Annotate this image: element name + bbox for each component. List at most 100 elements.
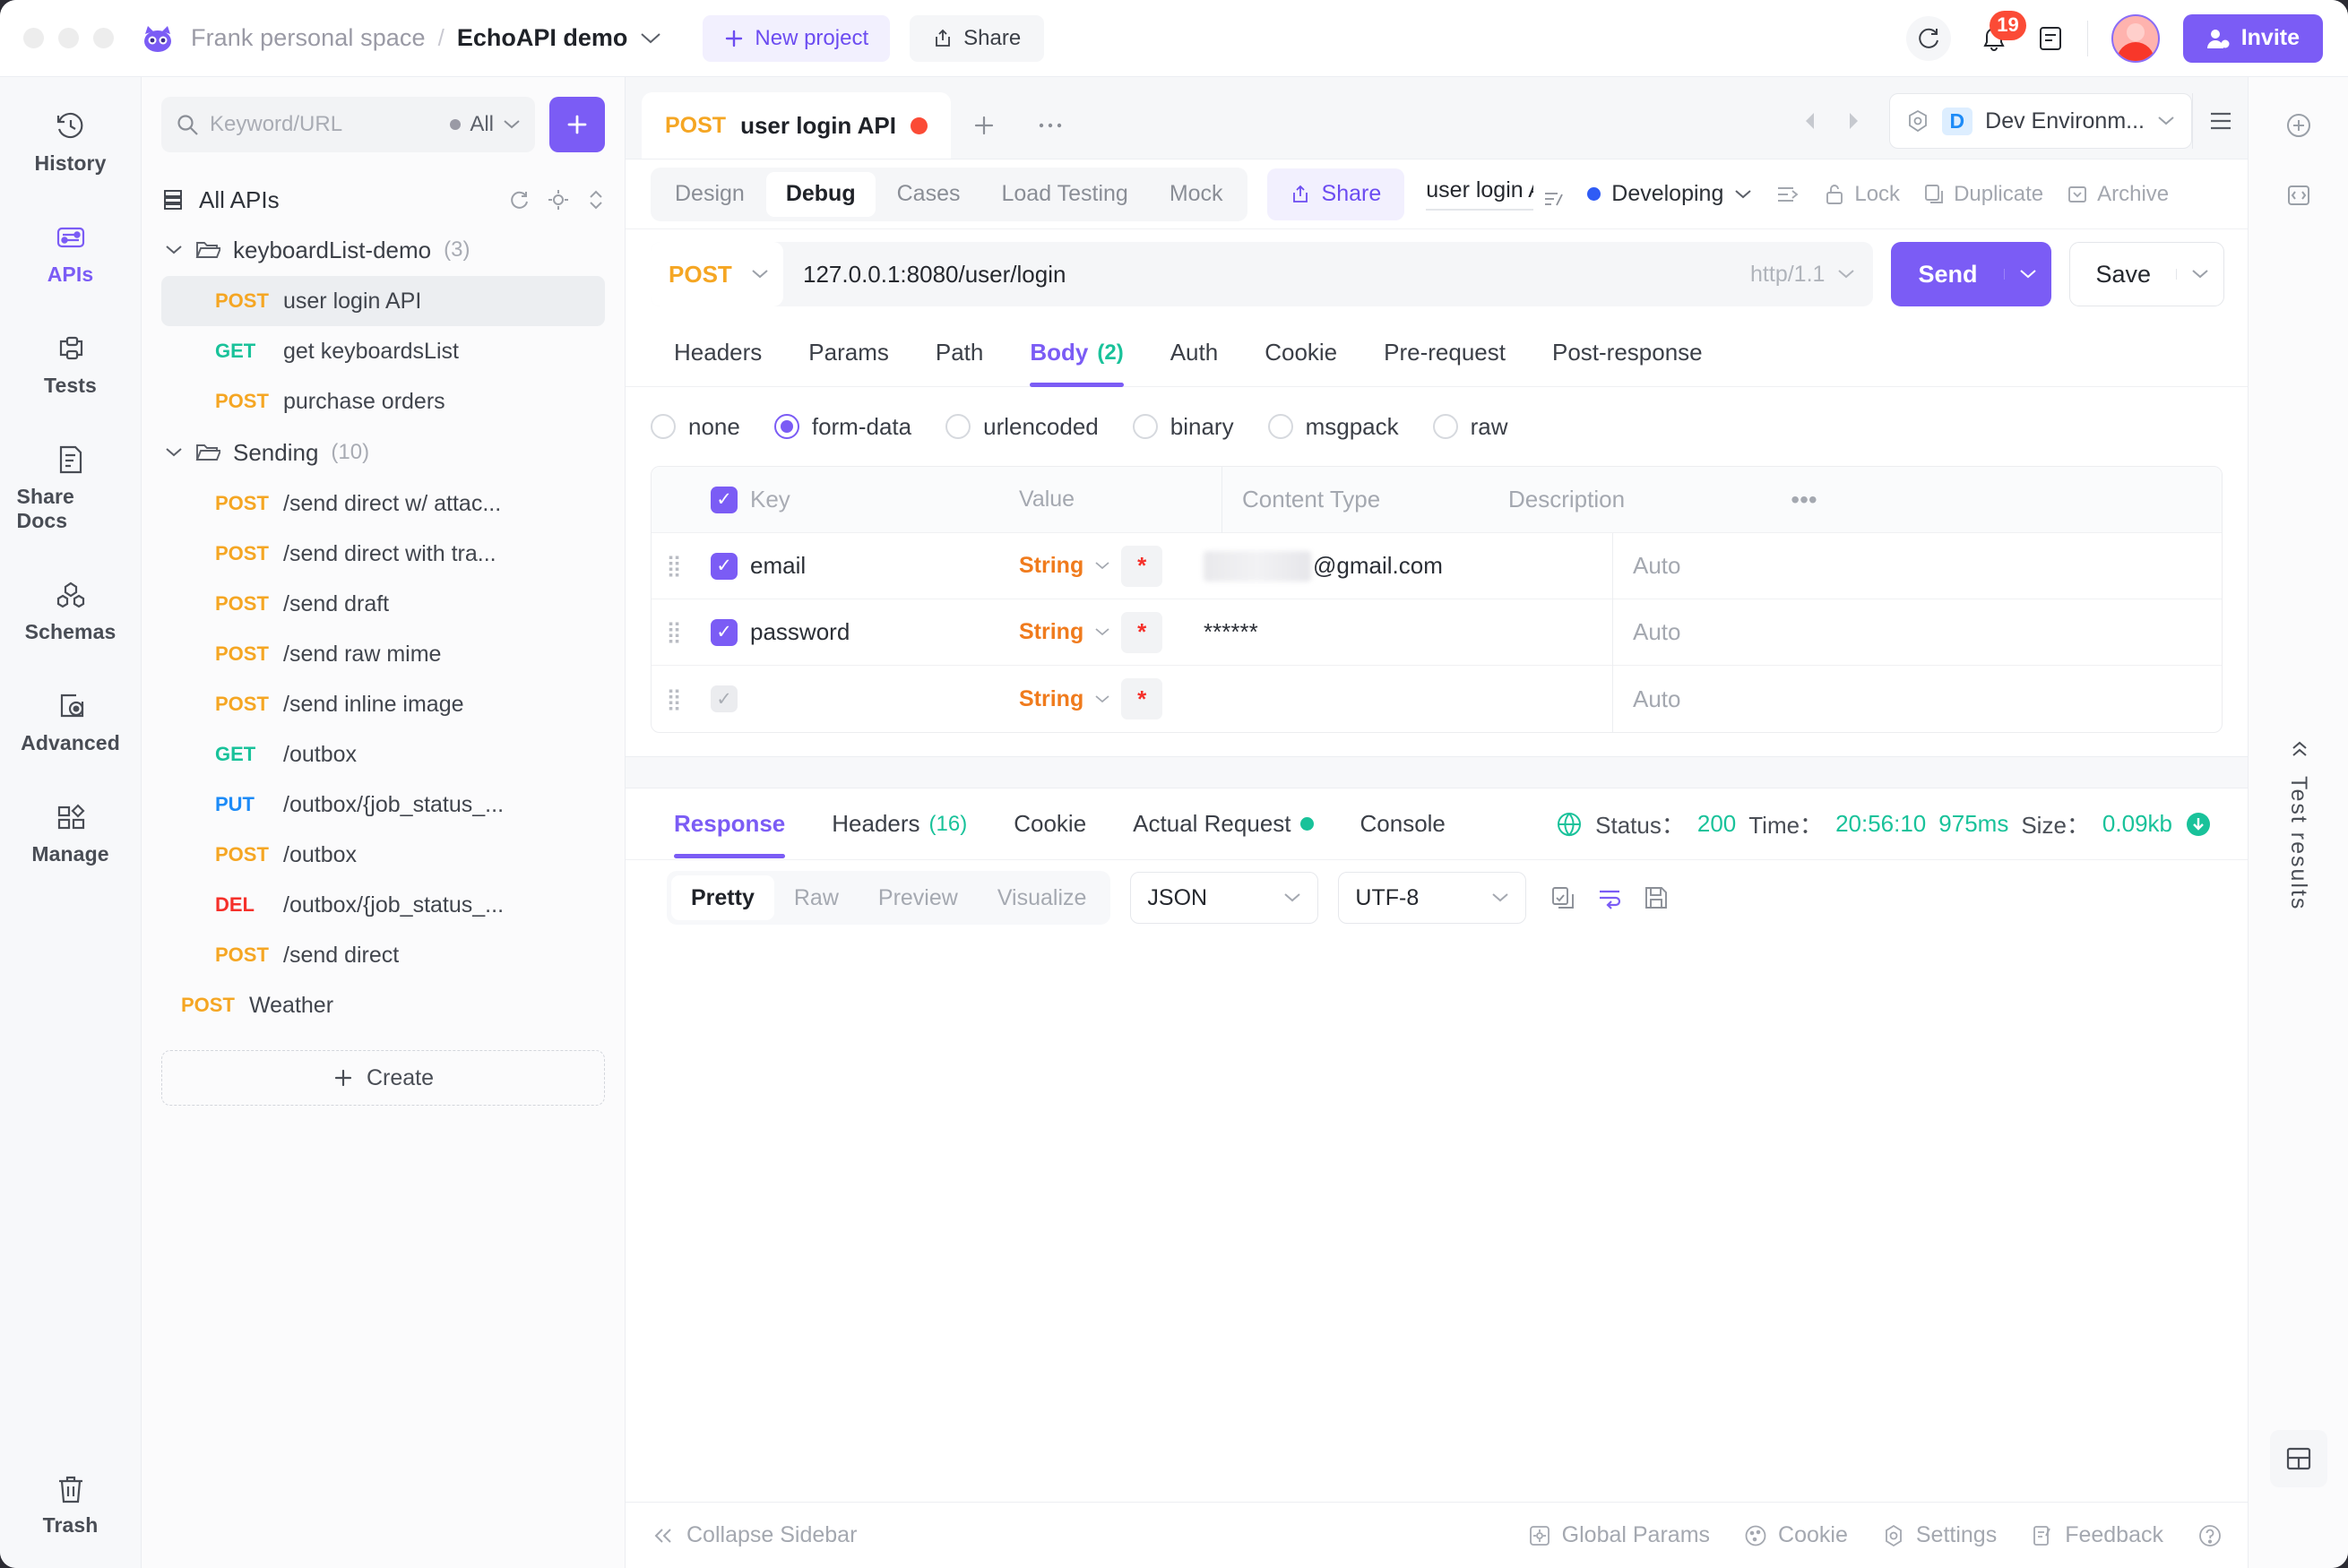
api-name-field[interactable]: user login A <box>1426 177 1566 211</box>
row-checkbox[interactable]: ✓ <box>698 618 750 646</box>
invite-button[interactable]: Invite <box>2182 13 2323 63</box>
sidebar-item-history[interactable]: History <box>17 97 125 185</box>
row-content-type[interactable]: Auto <box>1612 666 1899 732</box>
row-value[interactable]: @gmail.com <box>1180 550 1612 582</box>
list-item[interactable]: POST/send direct with tra... <box>161 529 605 579</box>
collapse-sidebar-button[interactable]: Collapse Sidebar <box>652 1522 857 1548</box>
add-api-button[interactable] <box>549 97 605 152</box>
right-panel-toggle-icon[interactable] <box>2270 97 2327 154</box>
sidebar-item-share-docs[interactable]: Share Docs <box>17 430 125 542</box>
select-all-checkbox[interactable]: ✓ <box>698 486 750 513</box>
tab-response-cookie[interactable]: Cookie <box>990 790 1109 858</box>
tab-cookie[interactable]: Cookie <box>1241 319 1360 387</box>
sidebar-item-tests[interactable]: Tests <box>17 319 125 407</box>
tab-params[interactable]: Params <box>785 319 912 387</box>
list-item[interactable]: POST Weather <box>161 980 605 1030</box>
right-panel-code-icon[interactable] <box>2270 167 2327 224</box>
jump-to-button[interactable] <box>1775 184 1800 205</box>
lock-button[interactable]: Lock <box>1824 182 1900 207</box>
folder-keyboardlist-demo[interactable]: keyboardList-demo (3) <box>161 224 605 276</box>
sidebar-item-trash[interactable]: Trash <box>17 1460 125 1546</box>
edit-icon[interactable] <box>1542 187 1566 211</box>
sidebar-item-apis[interactable]: APIs <box>17 208 125 296</box>
radio-msgpack[interactable]: msgpack <box>1267 413 1399 441</box>
api-status-dropdown[interactable]: Developing <box>1587 181 1752 207</box>
encoding-dropdown[interactable]: UTF-8 <box>1338 872 1527 924</box>
tab-pre-request[interactable]: Pre-request <box>1360 319 1529 387</box>
tab-load-testing[interactable]: Load Testing <box>981 172 1147 217</box>
radio-binary[interactable]: binary <box>1132 413 1234 441</box>
copy-icon[interactable] <box>1550 884 1576 911</box>
row-content-type[interactable]: Auto <box>1612 599 1899 666</box>
tab-body[interactable]: Body (2) <box>1006 319 1146 387</box>
settings-button[interactable]: Settings <box>1882 1522 1997 1548</box>
send-button[interactable]: Send <box>1891 242 2052 306</box>
list-item[interactable]: POST user login API <box>161 276 605 326</box>
tab-actual-request[interactable]: Actual Request <box>1109 790 1336 858</box>
row-required-toggle[interactable]: * <box>1121 545 1163 587</box>
tab-post-response[interactable]: Post-response <box>1529 319 1726 387</box>
row-required-toggle[interactable]: * <box>1121 611 1163 653</box>
panel-splitter[interactable] <box>626 756 2248 788</box>
sidebar-item-advanced[interactable]: Advanced <box>17 676 125 764</box>
row-checkbox[interactable]: ✓ <box>698 685 750 712</box>
http-version-dropdown[interactable]: http/1.1 <box>1750 262 1873 288</box>
method-dropdown[interactable]: POST <box>651 242 783 306</box>
list-item[interactable]: PUT/outbox/{job_status_... <box>161 780 605 830</box>
radio-none[interactable]: none <box>651 413 740 441</box>
chevron-down-icon[interactable] <box>640 32 661 45</box>
row-type-dropdown[interactable]: String * <box>1019 545 1180 587</box>
share-button-top[interactable]: Share <box>910 14 1045 62</box>
list-item[interactable]: DEL/outbox/{job_status_... <box>161 880 605 930</box>
drag-handle-icon[interactable]: ⣿ <box>652 619 698 645</box>
table-row[interactable]: ⣿ ✓ String * Auto <box>652 666 2222 732</box>
environment-menu-button[interactable] <box>2192 93 2248 149</box>
share-api-button[interactable]: Share <box>1266 168 1405 220</box>
tab-overflow-menu-button[interactable] <box>1017 92 1083 159</box>
layout-toggle-button[interactable] <box>2269 1430 2327 1487</box>
sidebar-item-manage[interactable]: Manage <box>17 788 125 875</box>
tab-design[interactable]: Design <box>655 172 764 217</box>
search-filter-dropdown[interactable]: All <box>450 112 521 137</box>
list-item[interactable]: POST purchase orders <box>161 376 605 426</box>
tab-cases[interactable]: Cases <box>877 172 980 217</box>
tab-debug[interactable]: Debug <box>765 171 876 217</box>
radio-raw[interactable]: raw <box>1432 413 1508 441</box>
download-response-button[interactable] <box>2185 811 2212 838</box>
format-dropdown[interactable]: JSON <box>1130 872 1319 924</box>
notifications-button[interactable]: 19 <box>1974 10 2026 60</box>
radio-urlencoded[interactable]: urlencoded <box>945 413 1099 441</box>
row-required-toggle[interactable]: * <box>1121 678 1163 719</box>
radio-form-data[interactable]: form-data <box>773 413 911 441</box>
new-project-button[interactable]: New project <box>703 14 891 62</box>
view-visualize[interactable]: Visualize <box>978 875 1107 920</box>
tab-response[interactable]: Response <box>651 790 808 858</box>
cookie-button[interactable]: Cookie <box>1744 1522 1848 1548</box>
list-item[interactable]: POST/outbox <box>161 830 605 880</box>
tab-console[interactable]: Console <box>1337 790 1469 858</box>
locate-icon[interactable] <box>548 189 569 211</box>
row-value[interactable]: ****** <box>1180 618 1612 646</box>
wrap-lines-icon[interactable] <box>1596 884 1623 911</box>
drag-handle-icon[interactable]: ⣿ <box>652 686 698 712</box>
minimize-window-button[interactable] <box>58 28 79 48</box>
table-options-button[interactable]: ••• <box>1777 486 1831 514</box>
view-raw[interactable]: Raw <box>774 875 859 920</box>
list-item[interactable]: POST/send direct <box>161 930 605 980</box>
all-apis-row[interactable]: All APIs <box>161 176 605 224</box>
tab-auth[interactable]: Auth <box>1147 319 1242 387</box>
maximize-window-button[interactable] <box>93 28 114 48</box>
help-button[interactable] <box>2197 1523 2223 1548</box>
view-preview[interactable]: Preview <box>859 875 978 920</box>
url-input[interactable]: 127.0.0.1:8080/user/login <box>783 261 1750 289</box>
list-item[interactable]: POST/send raw mime <box>161 629 605 679</box>
row-key[interactable]: password <box>750 618 1019 646</box>
create-button[interactable]: Create <box>161 1050 605 1106</box>
row-type-dropdown[interactable]: String * <box>1019 611 1180 653</box>
send-options-caret[interactable] <box>2004 269 2051 280</box>
save-button[interactable]: Save <box>2069 242 2224 306</box>
sort-icon[interactable] <box>587 189 605 211</box>
feedback-button[interactable]: Feedback <box>2031 1522 2163 1548</box>
row-checkbox[interactable]: ✓ <box>698 552 750 580</box>
project-name[interactable]: EchoAPI demo <box>457 24 628 52</box>
